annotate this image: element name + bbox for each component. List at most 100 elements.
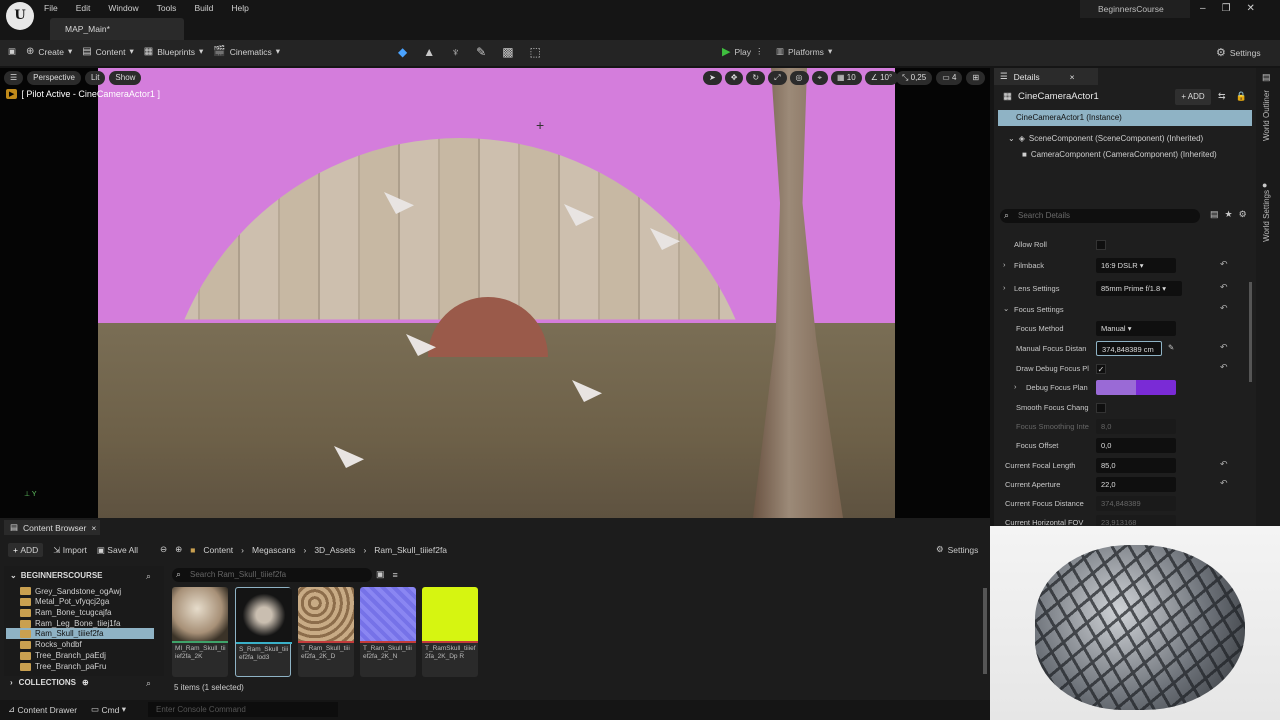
tree-folder[interactable]: Grey_Sandstone_ogAwj: [20, 586, 121, 596]
tree-folder[interactable]: Metal_Pot_vfyqcj2ga: [20, 597, 109, 606]
tab-map-main[interactable]: MAP_Main*: [50, 18, 184, 40]
chevron-right-icon[interactable]: ›: [1014, 382, 1017, 391]
rotate-tool-icon[interactable]: ↻: [746, 71, 766, 85]
mesh-paint-icon[interactable]: ✎: [476, 45, 486, 59]
perspective-button[interactable]: Perspective: [27, 71, 81, 85]
menu-file[interactable]: File: [44, 3, 58, 13]
tree-folder[interactable]: Ram_Bone_tcugcajfa: [20, 608, 112, 617]
layout-icon[interactable]: ⊞: [966, 71, 986, 85]
collections-header[interactable]: › COLLECTIONS ⊕: [10, 678, 89, 687]
asset-search-input[interactable]: Search Ram_Skull_tiiief2fa: [172, 568, 372, 582]
menu-edit[interactable]: Edit: [76, 3, 91, 13]
restore-icon[interactable]: ❐: [1222, 3, 1231, 14]
foliage-mode-icon[interactable]: ♆: [451, 45, 460, 59]
chevron-down-icon[interactable]: ⌄: [1003, 304, 1009, 313]
tree-folder[interactable]: Tree_Branch_paFru: [20, 662, 106, 671]
component-row[interactable]: ⌄ ◈ SceneComponent (SceneComponent) (Inher…: [1008, 134, 1203, 143]
eyedropper-icon[interactable]: ✎: [1168, 343, 1174, 352]
asset-tile[interactable]: T_RamSkull_tiiief2fa_2K_Dp R: [422, 587, 478, 677]
content-button[interactable]: ▤ Content ▾: [82, 46, 134, 57]
chevron-right-icon[interactable]: ›: [1003, 260, 1006, 269]
asset-scrollbar[interactable]: [983, 588, 987, 674]
tab-details[interactable]: ☰ Details ×: [994, 68, 1098, 85]
select-mode-icon[interactable]: ◆: [398, 45, 407, 59]
asset-tile[interactable]: T_Ram_Skull_tiiief2fa_2K_N: [360, 587, 416, 677]
filter-icon[interactable]: ≡: [393, 570, 398, 580]
tree-folder-selected[interactable]: Ram_Skull_tiiief2fa: [20, 629, 103, 638]
filmback-dropdown[interactable]: 16:9 DSLR ▾: [1096, 258, 1176, 273]
modeling-mode-icon[interactable]: ⬚: [530, 45, 541, 59]
add-collection-icon[interactable]: ⊕: [82, 678, 89, 687]
close-window-icon[interactable]: ✕: [1247, 3, 1255, 14]
reset-icon[interactable]: ↶: [1220, 459, 1228, 470]
platforms-button[interactable]: ▥ Platforms ▾: [776, 46, 832, 57]
component-instance-row[interactable]: CineCameraActor1 (Instance): [998, 110, 1252, 126]
tree-root[interactable]: ⌄ BEGINNERSCOURSE: [10, 571, 103, 580]
details-scrollbar[interactable]: [1249, 282, 1252, 382]
save-icon[interactable]: ▣: [8, 46, 16, 57]
asset-tile[interactable]: T_Ram_Skull_tiiief2fa_2K_D: [298, 587, 354, 677]
import-button[interactable]: ⇲ Import: [53, 545, 87, 556]
add-component-button[interactable]: + ADD: [1175, 89, 1211, 105]
manual-focus-input[interactable]: 374,848389 cm: [1096, 341, 1162, 356]
world-space-icon[interactable]: ◎: [789, 71, 809, 85]
draw-debug-checkbox[interactable]: ✓: [1096, 364, 1106, 374]
viewport-menu-icon[interactable]: ☰: [4, 71, 24, 85]
minimize-icon[interactable]: –: [1200, 3, 1206, 14]
cmd-button[interactable]: ▭ Cmd ▾: [91, 704, 126, 715]
smooth-focus-checkbox[interactable]: [1096, 403, 1106, 413]
add-button[interactable]: + ADD: [8, 543, 44, 557]
tree-folder[interactable]: Tree_Branch_paEdj: [20, 651, 106, 660]
unreal-logo-icon[interactable]: U: [6, 2, 34, 30]
close-tab-icon[interactable]: ×: [1070, 72, 1075, 82]
reset-icon[interactable]: ↶: [1220, 362, 1228, 373]
current-focal-input[interactable]: 85,0: [1096, 458, 1176, 473]
content-drawer-button[interactable]: ⊿ Content Drawer: [8, 704, 77, 715]
reset-icon[interactable]: ↶: [1220, 342, 1228, 353]
lens-dropdown[interactable]: 85mm Prime f/1.8 ▾: [1096, 281, 1182, 296]
scale-snap-button[interactable]: ⤡ 0,25: [896, 71, 933, 85]
blueprints-button[interactable]: ▦ Blueprints ▾: [144, 46, 204, 57]
search-icon[interactable]: ⌕: [146, 678, 151, 689]
favorites-star-icon[interactable]: ★: [1225, 209, 1233, 220]
move-tool-icon[interactable]: ✥: [724, 71, 744, 85]
breadcrumb-3d-assets[interactable]: 3D_Assets: [314, 545, 355, 555]
play-button[interactable]: ▶ Play ⋮: [722, 45, 764, 58]
blueprint-icon[interactable]: ⇆: [1218, 91, 1226, 102]
allow-roll-checkbox[interactable]: [1096, 240, 1106, 250]
fracture-mode-icon[interactable]: ▩: [502, 45, 513, 59]
current-aperture-input[interactable]: 22,0: [1096, 477, 1176, 492]
show-button[interactable]: Show: [109, 71, 142, 85]
select-tool-icon[interactable]: ➤: [703, 71, 722, 85]
save-all-button[interactable]: ▣ Save All: [97, 545, 138, 556]
reset-icon[interactable]: ↶: [1220, 282, 1228, 293]
settings-button[interactable]: ⚙ Settings: [1216, 46, 1261, 59]
component-row[interactable]: ■ CameraComponent (CameraComponent) (Inhe…: [1022, 150, 1217, 159]
menu-build[interactable]: Build: [194, 3, 213, 13]
landscape-mode-icon[interactable]: ▲: [423, 45, 435, 59]
details-settings-gear-icon[interactable]: ⚙: [1239, 209, 1247, 220]
create-button[interactable]: ⊕ Create ▾: [26, 46, 72, 57]
back-icon[interactable]: ⊖: [160, 544, 167, 555]
reset-icon[interactable]: ↶: [1220, 478, 1228, 489]
menu-tools[interactable]: Tools: [157, 3, 177, 13]
tab-content-browser[interactable]: ▤ Content Browser ×: [4, 520, 100, 535]
breadcrumb-content[interactable]: Content: [203, 545, 233, 555]
pilot-tag-icon[interactable]: ▶: [6, 89, 18, 99]
focus-method-dropdown[interactable]: Manual ▾: [1096, 321, 1176, 336]
tab-world-settings[interactable]: World Settings: [1262, 190, 1271, 242]
cinematics-button[interactable]: 🎬 Cinematics ▾: [213, 46, 280, 57]
content-settings-button[interactable]: ⚙ Settings: [936, 544, 978, 555]
chevron-right-icon[interactable]: ›: [1003, 283, 1006, 292]
details-search-input[interactable]: Search Details: [1000, 209, 1200, 223]
tab-world-outliner[interactable]: World Outliner: [1262, 90, 1271, 141]
grid-snap-button[interactable]: ▦ 10: [831, 71, 862, 85]
lit-button[interactable]: Lit: [84, 71, 106, 85]
tree-folder[interactable]: Rocks_ohdbf: [20, 640, 82, 649]
menu-help[interactable]: Help: [231, 3, 248, 13]
asset-tile[interactable]: MI_Ram_Skull_tiiief2fa_2K: [172, 587, 228, 677]
reset-icon[interactable]: ↶: [1220, 303, 1228, 314]
scale-tool-icon[interactable]: ⤢: [768, 71, 787, 85]
angle-snap-button[interactable]: ∠ 10°: [864, 71, 899, 85]
camera-speed-button[interactable]: ▭ 4: [936, 71, 963, 85]
